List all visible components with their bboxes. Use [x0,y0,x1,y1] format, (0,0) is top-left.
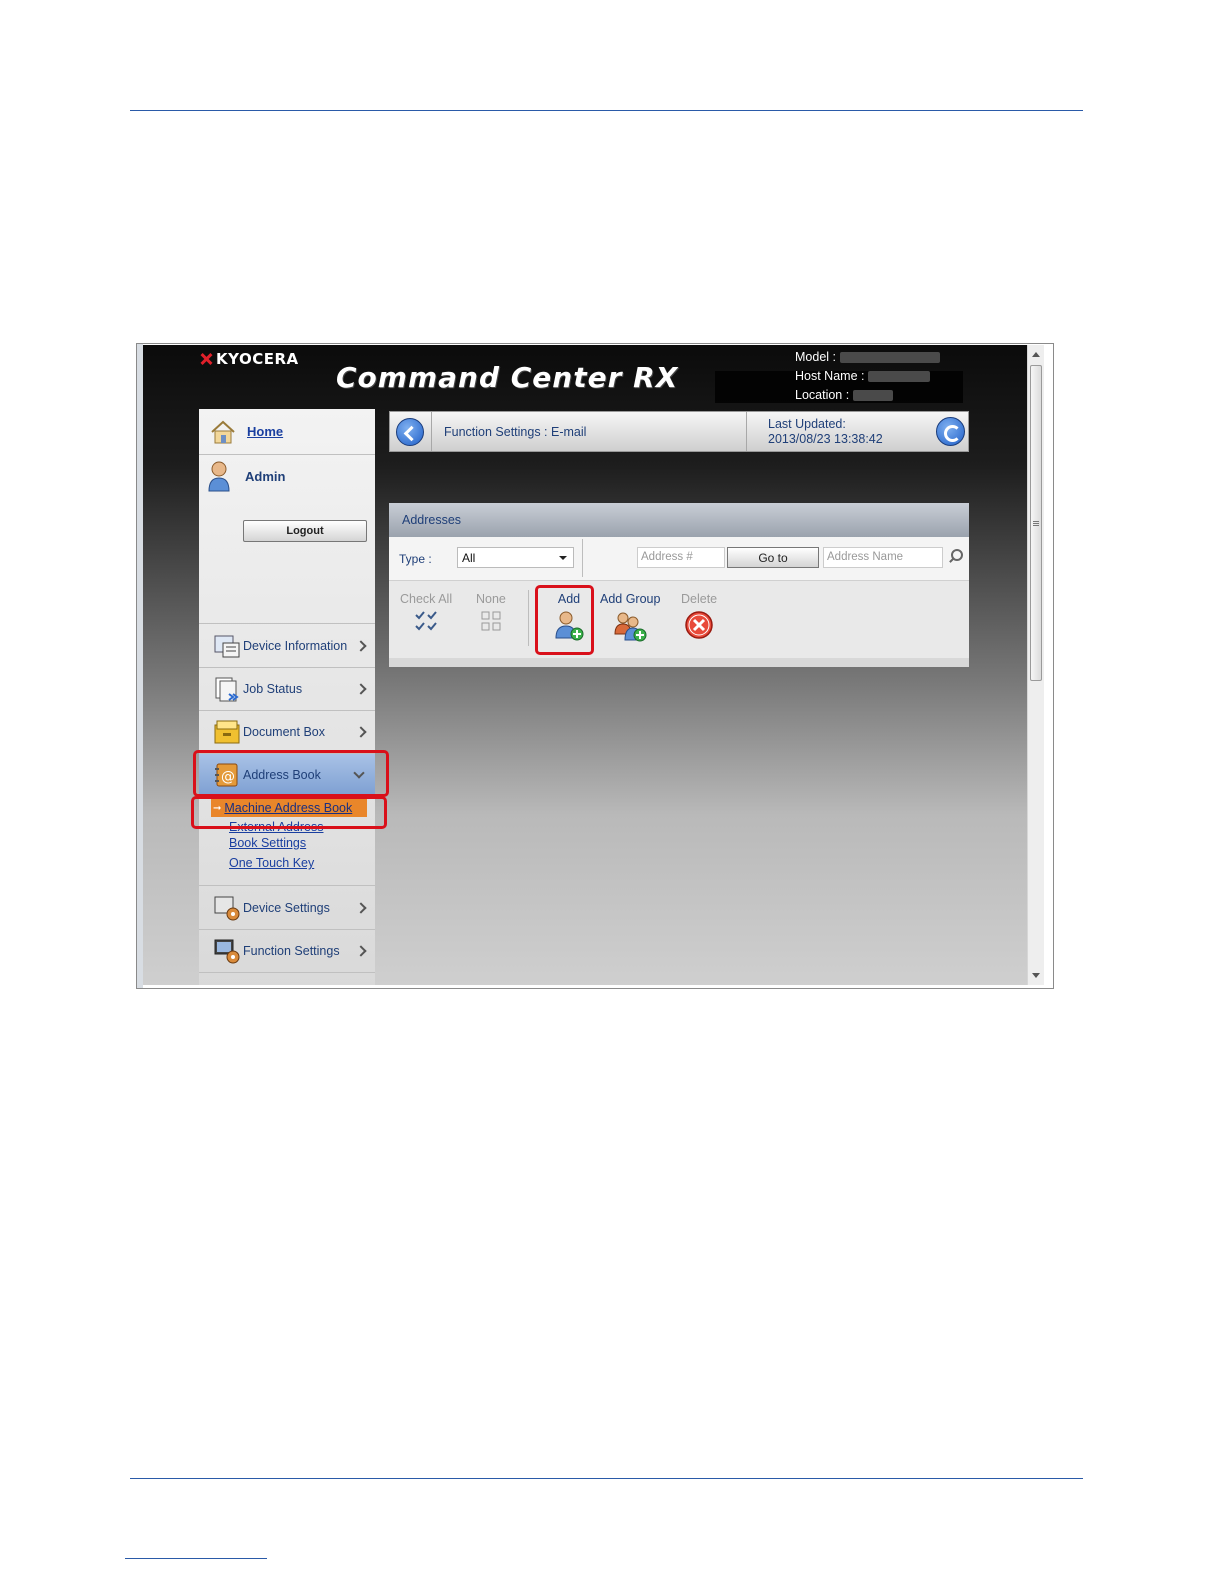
add-group-icon [614,612,647,642]
last-updated: Last Updated: 2013/08/23 13:38:42 [768,417,883,447]
home-link[interactable]: Home [247,424,283,439]
page-footer-rule [130,1478,1083,1479]
last-updated-value: 2013/08/23 13:38:42 [768,432,883,446]
sidebar-item-label: Device Information [243,639,348,653]
sidebar: Home Admin Logout Device Information Job… [199,409,375,985]
search-icon[interactable] [947,548,963,566]
add-group-label: Add Group [600,592,661,606]
sidebar-item-job-status[interactable]: Job Status [199,668,375,711]
address-book-highlight [193,750,389,797]
sidebar-item-label: Document Box [243,725,325,739]
job-status-icon [215,677,239,702]
scroll-down-icon[interactable] [1032,973,1040,978]
address-name-input[interactable]: Address Name [823,547,943,568]
topbar-divider [431,412,432,451]
logout-button[interactable]: Logout [243,520,367,542]
document-box-icon [214,720,240,744]
delete-label: Delete [681,592,718,606]
toolbar-divider [528,590,529,646]
function-settings-icon [214,939,240,964]
kyocera-logo: KYOCERA [199,350,299,368]
filter-row: Type : All Address # Go to Address Name [389,537,969,581]
device-settings-icon [214,896,240,921]
chevron-right-icon [355,640,367,652]
sidebar-item-label: Job Status [243,682,303,696]
location-label: Location : [795,388,850,402]
chevron-right-icon [355,902,367,914]
user-icon [208,461,230,492]
top-bar: Function Settings : E-mail Last Updated:… [389,411,969,452]
delete-icon [685,611,713,639]
submenu-item-external-address-book-line2[interactable]: Book Settings [229,836,306,850]
sidebar-item-document-box[interactable]: Document Box [199,711,375,754]
kyocera-logo-text: KYOCERA [216,350,299,368]
uncheck-all-icon [481,611,501,631]
type-label: Type : [399,552,432,566]
address-toolbar: Check All None Add Add Group Delete [389,582,969,658]
back-arrow-icon[interactable] [396,418,424,446]
host-name-value-redacted [868,371,931,382]
addresses-panel: Addresses Type : All Address # Go to Add… [389,503,969,667]
check-all-label: Check All [400,592,453,606]
machine-address-book-highlight [191,796,387,829]
check-all-icon [415,611,437,631]
none-button[interactable]: None [476,592,506,632]
sidebar-item-label: Function Settings [243,944,340,958]
location-value-redacted [853,390,894,401]
browser-window: KYOCERA Command Center RX Model : Host N… [136,343,1054,989]
add-group-button[interactable]: Add Group [600,592,660,642]
scroll-thumb[interactable] [1030,365,1042,681]
breadcrumb: Function Settings : E-mail [444,425,587,439]
panel-footer [389,658,969,667]
refresh-icon[interactable] [936,417,965,446]
model-value-redacted [840,352,940,363]
sidebar-item-device-settings[interactable]: Device Settings [199,887,375,930]
product-title: Command Center RX [336,361,679,394]
sidebar-item-home[interactable]: Home [199,409,375,455]
model-label: Model : [795,350,836,364]
none-label: None [476,592,506,606]
submenu-item-one-touch-key[interactable]: One Touch Key [229,856,314,870]
sidebar-item-label: Device Settings [243,901,330,915]
add-button-highlight [535,585,594,655]
home-icon [211,420,235,443]
sidebar-item-device-information[interactable]: Device Information [199,625,375,668]
panel-title: Addresses [389,503,969,537]
user-block: Admin Logout [199,456,375,624]
scroll-grip-icon [1033,521,1039,526]
delete-button[interactable]: Delete [681,592,717,640]
chevron-right-icon [355,726,367,738]
device-information-icon [214,635,240,658]
scroll-up-icon[interactable] [1032,352,1040,357]
topbar-divider [746,412,747,451]
device-info: Model : Host Name : Location : [795,348,940,405]
vertical-scrollbar[interactable] [1027,345,1044,985]
sidebar-item-function-settings[interactable]: Function Settings [199,930,375,973]
command-center-viewport: KYOCERA Command Center RX Model : Host N… [143,345,1027,985]
go-to-button[interactable]: Go to [727,547,819,568]
type-select[interactable]: All [457,547,574,568]
last-updated-label: Last Updated: [768,417,846,431]
chevron-right-icon [355,945,367,957]
kyocera-mark-icon [199,352,213,366]
filter-divider [582,539,583,577]
check-all-button[interactable]: Check All [400,592,452,632]
host-name-label: Host Name : [795,369,865,383]
page-header-rule [130,110,1083,111]
page-footnote-rule [125,1558,267,1559]
username: Admin [245,468,286,484]
address-number-input[interactable]: Address # [637,547,725,568]
chevron-right-icon [355,683,367,695]
